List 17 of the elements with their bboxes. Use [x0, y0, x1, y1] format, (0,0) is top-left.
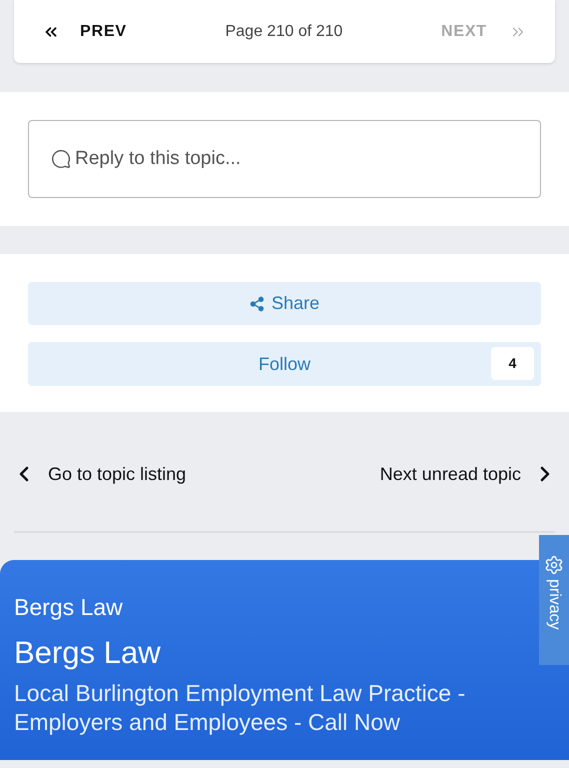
privacy-label: privacy — [545, 579, 564, 630]
reply-placeholder: Reply to this topic... — [75, 146, 241, 171]
privacy-tab[interactable]: privacy — [539, 535, 569, 665]
ad-headline: Bergs Law — [14, 634, 162, 672]
topic-listing-link[interactable]: Go to topic listing — [12, 460, 186, 488]
prev-button[interactable]: PREV — [80, 20, 127, 44]
reply-field[interactable]: Reply to this topic... — [28, 120, 541, 198]
follow-label: Follow — [258, 352, 310, 376]
page-info: Page 210 of 210 — [225, 22, 343, 42]
share-button[interactable]: Share — [28, 282, 541, 325]
share-icon — [249, 296, 266, 312]
speech-bubble-icon — [51, 149, 71, 169]
follower-count: 4 — [491, 347, 534, 380]
next-unread-link[interactable]: Next unread topic — [380, 460, 557, 488]
ad-description: Local Burlington Employment Law Practice - Employers and Employees - Call Now — [14, 678, 466, 736]
follow-button[interactable]: Follow 4 — [28, 342, 541, 386]
settings-icon — [544, 555, 564, 575]
